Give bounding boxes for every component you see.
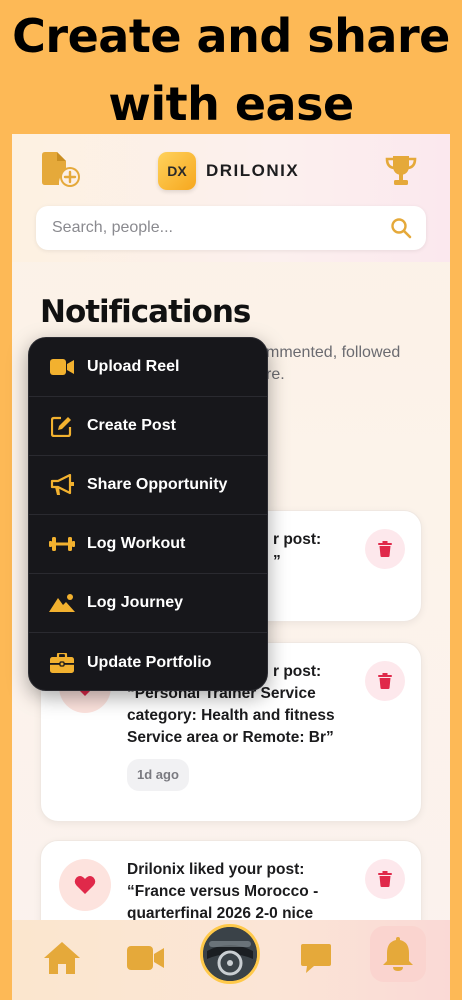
bell-icon	[383, 937, 413, 971]
notification-line: r post:	[273, 531, 322, 548]
menu-item-label: Update Portfolio	[87, 653, 212, 671]
add-file-icon[interactable]	[40, 152, 80, 188]
trophy-icon[interactable]	[384, 154, 418, 188]
video-icon	[127, 946, 164, 970]
notification-body: “France versus Morocco - quarterfinal 20…	[127, 883, 319, 922]
menu-item-create-post[interactable]: Create Post	[29, 397, 267, 456]
edit-icon	[49, 415, 75, 437]
search-icon[interactable]	[390, 217, 412, 239]
video-icon	[49, 356, 75, 378]
delete-button[interactable]	[365, 529, 405, 569]
menu-item-label: Log Workout	[87, 535, 186, 552]
trash-icon	[378, 541, 392, 557]
trash-icon	[378, 673, 392, 689]
notification-line: Drilonix liked your post:	[127, 861, 305, 878]
mountain-icon	[49, 592, 75, 614]
brand-name: DRILONIX	[206, 161, 300, 180]
headline: Create and share with ease	[0, 0, 462, 138]
headline-line2: with ease	[108, 77, 354, 131]
chat-icon	[301, 944, 331, 973]
notification-text: r post: ”	[273, 529, 373, 573]
delete-button[interactable]	[365, 661, 405, 701]
notification-body: “Personal Trainer Service category: Heal…	[127, 685, 335, 746]
menu-item-label: Upload Reel	[87, 358, 180, 375]
brand[interactable]: DX DRILONIX	[158, 152, 299, 190]
trash-icon	[378, 871, 392, 887]
brand-logo: DX	[158, 152, 196, 190]
menu-item-label: Create Post	[87, 417, 176, 434]
bottom-nav	[12, 920, 450, 1000]
nav-chat[interactable]	[294, 936, 338, 980]
menu-item-label: Share Opportunity	[87, 476, 228, 493]
menu-item-log-journey[interactable]: Log Journey	[29, 574, 267, 633]
search-input[interactable]	[52, 219, 390, 237]
menu-item-label: Log Journey	[87, 594, 184, 611]
menu-item-update-portfolio[interactable]: Update Portfolio	[29, 633, 267, 690]
home-icon	[44, 942, 80, 974]
profile-avatar[interactable]	[200, 924, 260, 984]
notification-line: ”	[273, 553, 281, 570]
heart-icon	[74, 876, 96, 894]
headline-line1: Create and share	[12, 9, 450, 63]
menu-item-upload-reel[interactable]: Upload Reel	[29, 338, 267, 397]
nav-video[interactable]	[124, 936, 168, 980]
nav-notifications[interactable]	[370, 926, 426, 982]
megaphone-icon	[49, 474, 75, 496]
briefcase-icon	[49, 652, 75, 674]
like-avatar	[59, 859, 111, 911]
create-menu: Upload Reel Create Post Share Opportunit…	[28, 337, 268, 691]
time-badge: 1d ago	[127, 759, 189, 791]
menu-item-share-opportunity[interactable]: Share Opportunity	[29, 456, 267, 515]
top-bar: DX DRILONIX	[12, 134, 450, 262]
dumbbell-icon	[49, 533, 75, 555]
nav-home[interactable]	[40, 936, 84, 980]
notification-text: Drilonix liked your post: “France versus…	[127, 859, 347, 925]
delete-button[interactable]	[365, 859, 405, 899]
menu-item-log-workout[interactable]: Log Workout	[29, 515, 267, 574]
car-interior-image	[203, 927, 257, 981]
search-bar[interactable]	[36, 206, 426, 250]
page-title: Notifications	[40, 294, 251, 330]
